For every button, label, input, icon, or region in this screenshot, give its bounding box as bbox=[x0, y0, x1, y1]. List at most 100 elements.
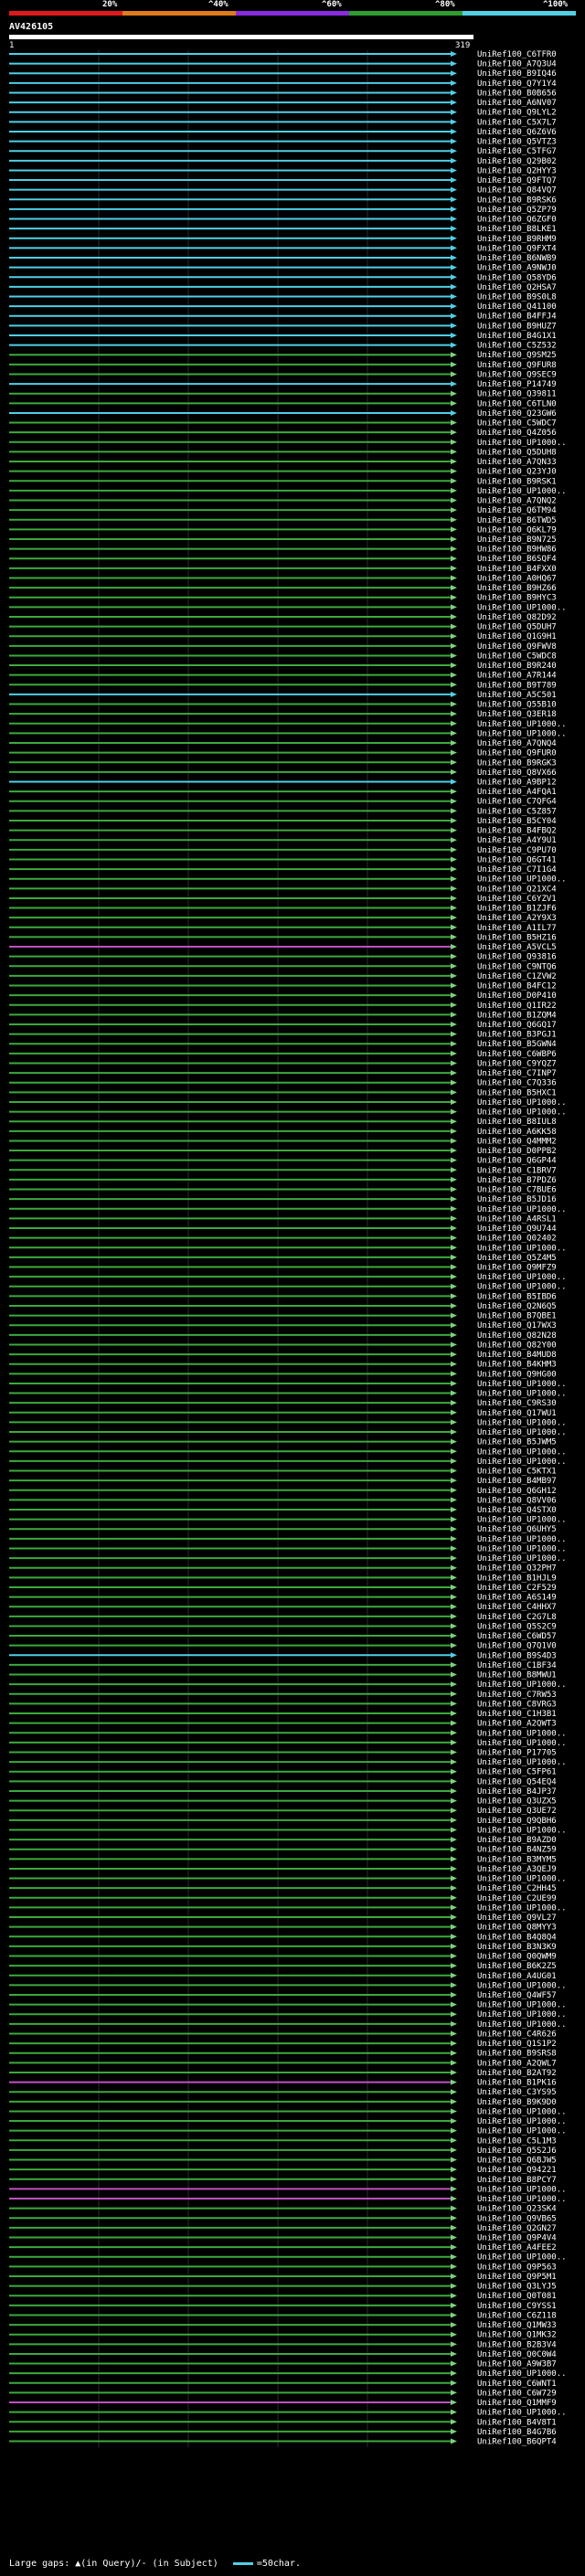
hit-label[interactable]: UniRef100_Q5S2C9 bbox=[477, 1622, 557, 1631]
hit-label[interactable]: UniRef100_C7RW53 bbox=[477, 1691, 557, 1700]
hit-label[interactable]: UniRef100_B5IBD6 bbox=[477, 1292, 557, 1301]
hit-label[interactable]: UniRef100_Q8VX66 bbox=[477, 769, 557, 778]
hit-label[interactable]: UniRef100_B5CY04 bbox=[477, 817, 557, 826]
hit-label[interactable]: UniRef100_A9BP12 bbox=[477, 779, 557, 788]
hit-label[interactable]: UniRef100_B8LKE1 bbox=[477, 225, 557, 234]
hit-label[interactable]: UniRef100_C5X7L7 bbox=[477, 118, 557, 127]
hit-label[interactable]: UniRef100_C5WDC7 bbox=[477, 419, 557, 429]
hit-label[interactable]: UniRef100_Q02402 bbox=[477, 1235, 557, 1244]
hit-label[interactable]: UniRef100_B8MWU1 bbox=[477, 1671, 557, 1680]
hit-label[interactable]: UniRef100_Q82Y00 bbox=[477, 1341, 557, 1350]
hit-label[interactable]: UniRef100_B6QPT4 bbox=[477, 2438, 557, 2447]
hit-label[interactable]: UniRef100_Q29B02 bbox=[477, 157, 557, 166]
hit-label[interactable]: UniRef100_A4UG01 bbox=[477, 1972, 557, 1981]
hit-label[interactable]: UniRef100_C1BRV7 bbox=[477, 1166, 557, 1175]
hit-label[interactable]: UniRef100_C6WD57 bbox=[477, 1632, 557, 1641]
hit-label[interactable]: UniRef100_A9W3B7 bbox=[477, 2360, 557, 2369]
hit-label[interactable]: UniRef100_B9N725 bbox=[477, 535, 557, 545]
hit-label[interactable]: UniRef100_B4V8T1 bbox=[477, 2418, 557, 2427]
hit-label[interactable]: UniRef100_Q5Z4M5 bbox=[477, 1254, 557, 1263]
hit-label[interactable]: UniRef100_C2F529 bbox=[477, 1584, 557, 1593]
hit-label[interactable]: UniRef100_Q9HG00 bbox=[477, 1370, 557, 1379]
hit-label[interactable]: UniRef100_B4JP37 bbox=[477, 1787, 557, 1797]
hit-label[interactable]: UniRef100_Q41100 bbox=[477, 302, 557, 312]
hit-label[interactable]: UniRef100_Q5ZP79 bbox=[477, 206, 557, 215]
hit-label[interactable]: UniRef100_B4FBQ2 bbox=[477, 827, 557, 836]
hit-label[interactable]: UniRef100_Q1S1P2 bbox=[477, 2040, 557, 2049]
hit-label[interactable]: UniRef100_C6Z118 bbox=[477, 2311, 557, 2320]
hit-label[interactable]: UniRef100_UP1000.. bbox=[477, 487, 567, 496]
hit-label[interactable]: UniRef100_UP1000.. bbox=[477, 1903, 567, 1913]
hit-label[interactable]: UniRef100_C6W729 bbox=[477, 2389, 557, 2398]
hit-label[interactable]: UniRef100_A5C501 bbox=[477, 691, 557, 700]
hit-label[interactable]: UniRef100_Q7Q1V0 bbox=[477, 1642, 557, 1651]
hit-label[interactable]: UniRef100_Q6GT41 bbox=[477, 855, 557, 864]
hit-label[interactable]: UniRef100_Q6GP44 bbox=[477, 1157, 557, 1166]
hit-label[interactable]: UniRef100_UP1000.. bbox=[477, 1098, 567, 1108]
hit-label[interactable]: UniRef100_B4FFJ4 bbox=[477, 313, 557, 322]
hit-label[interactable]: UniRef100_B1ZJF6 bbox=[477, 905, 557, 914]
hit-label[interactable]: UniRef100_B9HZ66 bbox=[477, 584, 557, 593]
hit-label[interactable]: UniRef100_UP1000.. bbox=[477, 2195, 567, 2204]
hit-label[interactable]: UniRef100_Q9FXT4 bbox=[477, 244, 557, 253]
hit-label[interactable]: UniRef100_UP1000.. bbox=[477, 1108, 567, 1118]
hit-label[interactable]: UniRef100_B4MUD8 bbox=[477, 1351, 557, 1360]
hit-label[interactable]: UniRef100_B6TWD5 bbox=[477, 516, 557, 525]
hit-label[interactable]: UniRef100_B9RGK3 bbox=[477, 758, 557, 768]
hit-label[interactable]: UniRef100_UP1000.. bbox=[477, 1981, 567, 1990]
hit-label[interactable]: UniRef100_B4FC12 bbox=[477, 982, 557, 991]
hit-label[interactable]: UniRef100_UP1000.. bbox=[477, 1758, 567, 1767]
hit-label[interactable]: UniRef100_B9RSK6 bbox=[477, 196, 557, 205]
hit-label[interactable]: UniRef100_UP1000.. bbox=[477, 2253, 567, 2263]
hit-label[interactable]: UniRef100_A3QEJ9 bbox=[477, 1865, 557, 1874]
hit-label[interactable]: UniRef100_C2UE99 bbox=[477, 1894, 557, 1903]
hit-label[interactable]: UniRef100_Q9SM25 bbox=[477, 351, 557, 360]
hit-label[interactable]: UniRef100_Q9VB65 bbox=[477, 2214, 557, 2223]
hit-label[interactable]: UniRef100_B9SRS8 bbox=[477, 2050, 557, 2059]
hit-label[interactable]: UniRef100_C6TFR0 bbox=[477, 50, 557, 59]
hit-label[interactable]: UniRef100_C3YS95 bbox=[477, 2088, 557, 2097]
hit-label[interactable]: UniRef100_B9T789 bbox=[477, 681, 557, 690]
hit-label[interactable]: UniRef100_C1ZVW2 bbox=[477, 972, 557, 981]
hit-label[interactable]: UniRef100_UP1000.. bbox=[477, 1244, 567, 1253]
hit-label[interactable]: UniRef100_UP1000.. bbox=[477, 1680, 567, 1690]
hit-label[interactable]: UniRef100_Q3ER18 bbox=[477, 710, 557, 719]
hit-label[interactable]: UniRef100_Q3UE72 bbox=[477, 1807, 557, 1816]
hit-label[interactable]: UniRef100_C7I1G4 bbox=[477, 865, 557, 875]
hit-label[interactable]: UniRef100_C5Z857 bbox=[477, 807, 557, 816]
hit-label[interactable]: UniRef100_Q9P4V4 bbox=[477, 2234, 557, 2243]
hit-label[interactable]: UniRef100_B4G1X1 bbox=[477, 332, 557, 341]
hit-label[interactable]: UniRef100_Q3LYJ5 bbox=[477, 2283, 557, 2292]
hit-label[interactable]: UniRef100_Q9SEC9 bbox=[477, 370, 557, 379]
hit-label[interactable]: UniRef100_C6WBP6 bbox=[477, 1050, 557, 1059]
hit-label[interactable]: UniRef100_Q5DUH7 bbox=[477, 623, 557, 632]
hit-label[interactable]: UniRef100_B9S4D3 bbox=[477, 1651, 557, 1660]
hit-label[interactable]: UniRef100_Q6GQ17 bbox=[477, 1021, 557, 1030]
hit-label[interactable]: UniRef100_UP1000.. bbox=[477, 1273, 567, 1282]
hit-label[interactable]: UniRef100_UP1000.. bbox=[477, 1380, 567, 1389]
hit-label[interactable]: UniRef100_Q94221 bbox=[477, 2166, 557, 2175]
hit-label[interactable]: UniRef100_B4NZ59 bbox=[477, 1846, 557, 1855]
hit-label[interactable]: UniRef100_A0HQ67 bbox=[477, 574, 557, 583]
hit-label[interactable]: UniRef100_B4FXX0 bbox=[477, 565, 557, 574]
hit-label[interactable]: UniRef100_UP1000.. bbox=[477, 603, 567, 612]
hit-label[interactable]: UniRef100_Q1G9H1 bbox=[477, 632, 557, 641]
hit-label[interactable]: UniRef100_Q4WF57 bbox=[477, 1991, 557, 2000]
hit-label[interactable]: UniRef100_B0B656 bbox=[477, 89, 557, 98]
hit-label[interactable]: UniRef100_Q9FUR8 bbox=[477, 361, 557, 370]
hit-label[interactable]: UniRef100_A9NWJ0 bbox=[477, 264, 557, 273]
hit-label[interactable]: UniRef100_C7BUE6 bbox=[477, 1186, 557, 1195]
hit-label[interactable]: UniRef100_Q9FUR0 bbox=[477, 749, 557, 758]
hit-label[interactable]: UniRef100_Q54EQ4 bbox=[477, 1777, 557, 1786]
hit-label[interactable]: UniRef100_UP1000.. bbox=[477, 1447, 567, 1457]
hit-label[interactable]: UniRef100_B7PDZ6 bbox=[477, 1176, 557, 1185]
hit-label[interactable]: UniRef100_A6S149 bbox=[477, 1594, 557, 1603]
hit-label[interactable]: UniRef100_B3MYM5 bbox=[477, 1855, 557, 1864]
hit-label[interactable]: UniRef100_A1IL77 bbox=[477, 924, 557, 933]
hit-label[interactable]: UniRef100_Q9QBH6 bbox=[477, 1817, 557, 1826]
hit-label[interactable]: UniRef100_B4Q8Q4 bbox=[477, 1933, 557, 1942]
hit-label[interactable]: UniRef100_C5L1M3 bbox=[477, 2136, 557, 2146]
hit-label[interactable]: UniRef100_A4FEE2 bbox=[477, 2243, 557, 2253]
hit-label[interactable]: UniRef100_UP1000.. bbox=[477, 2001, 567, 2010]
hit-label[interactable]: UniRef100_Q39811 bbox=[477, 390, 557, 399]
